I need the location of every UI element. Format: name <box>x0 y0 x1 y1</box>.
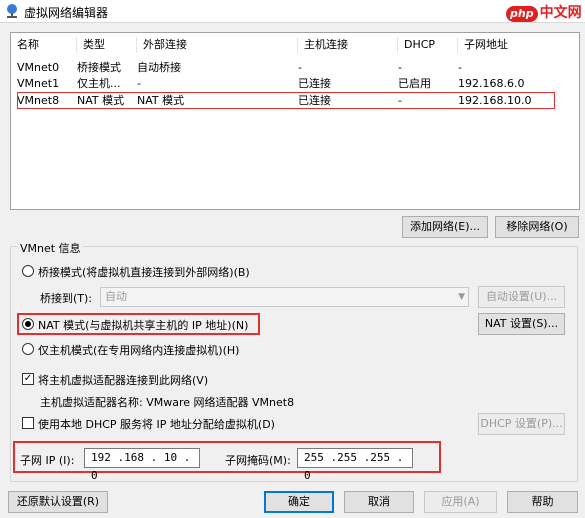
col-host[interactable]: 主机连接 <box>298 37 398 53</box>
table-row[interactable]: VMnet1 仅主机... - 已连接 已启用 192.168.6.0 <box>11 76 577 92</box>
subnet-ip-label: 子网 IP (I): <box>20 454 75 467</box>
row-dhcp: 已启用 <box>398 77 431 90</box>
title-bar: 虚拟网络编辑器 php 中文网 <box>0 0 585 23</box>
auto-settings-button[interactable]: 自动设置(U)... <box>478 286 565 308</box>
nat-settings-button[interactable]: NAT 设置(S)... <box>478 313 565 335</box>
network-app-icon <box>7 4 17 18</box>
nat-radio[interactable] <box>22 318 34 330</box>
subnet-ip-field[interactable]: 192 .168 . 10 . 0 <box>84 448 200 482</box>
ok-button[interactable]: 确定 <box>264 491 334 513</box>
subnet-mask-field[interactable]: 255 .255 .255 . 0 <box>297 448 413 482</box>
bridge-to-value: 自动 <box>105 290 127 303</box>
row-external: - <box>137 77 141 90</box>
bridge-to-label: 桥接到(T): <box>40 292 93 305</box>
cancel-button[interactable]: 取消 <box>344 491 414 513</box>
window-title: 虚拟网络编辑器 <box>24 6 109 20</box>
row-subnet: 192.168.6.0 <box>458 77 525 90</box>
dhcp-settings-button[interactable]: DHCP 设置(P)... <box>478 413 565 435</box>
chevron-down-icon: ▼ <box>458 292 465 302</box>
connect-adapter-label[interactable]: 将主机虚拟适配器连接到此网络(V) <box>38 372 208 388</box>
col-subnet[interactable]: 子网地址 <box>458 37 577 53</box>
row-name: VMnet0 <box>17 61 60 74</box>
col-type[interactable]: 类型 <box>77 37 137 53</box>
use-dhcp-checkbox[interactable] <box>22 417 34 429</box>
selected-row-highlight <box>17 92 555 109</box>
row-subnet: - <box>458 61 462 74</box>
restore-defaults-button[interactable]: 还原默认设置(R) <box>8 491 108 513</box>
watermark-badge: php <box>506 6 538 22</box>
row-host: - <box>298 61 302 74</box>
group-label: VMnet 信息 <box>18 240 83 256</box>
row-host: 已连接 <box>298 77 331 90</box>
col-external[interactable]: 外部连接 <box>137 37 298 53</box>
row-type: 桥接模式 <box>77 61 121 74</box>
bridge-to-select[interactable]: 自动 ▼ <box>100 287 469 307</box>
subnet-mask-label: 子网掩码(M): <box>225 454 291 467</box>
col-name[interactable]: 名称 <box>11 37 77 53</box>
watermark-text: 中文网 <box>539 5 582 21</box>
remove-network-button[interactable]: 移除网络(O) <box>495 216 579 238</box>
hostonly-radio[interactable] <box>22 343 34 355</box>
connect-adapter-checkbox[interactable]: ✓ <box>22 373 34 385</box>
hostonly-radio-label[interactable]: 仅主机模式(在专用网络内连接虚拟机)(H) <box>38 342 239 358</box>
row-external: 自动桥接 <box>137 61 181 74</box>
table-row[interactable]: VMnet0 桥接模式 自动桥接 - - - <box>11 60 577 76</box>
row-dhcp: - <box>398 61 402 74</box>
list-header: 名称 类型 外部连接 主机连接 DHCP 子网地址 <box>11 37 577 53</box>
bridge-radio[interactable] <box>22 265 34 277</box>
col-dhcp[interactable]: DHCP <box>398 37 458 53</box>
apply-button[interactable]: 应用(A) <box>424 491 497 513</box>
help-button[interactable]: 帮助 <box>507 491 578 513</box>
add-network-button[interactable]: 添加网络(E)... <box>402 216 488 238</box>
nat-radio-label[interactable]: NAT 模式(与虚拟机共享主机的 IP 地址)(N) <box>38 317 248 333</box>
network-list[interactable]: 名称 类型 外部连接 主机连接 DHCP 子网地址 VMnet0 桥接模式 自动… <box>10 32 580 210</box>
row-name: VMnet1 <box>17 77 60 90</box>
bridge-radio-label[interactable]: 桥接模式(将虚拟机直接连接到外部网络)(B) <box>38 264 250 280</box>
row-type: 仅主机... <box>77 77 121 90</box>
use-dhcp-label[interactable]: 使用本地 DHCP 服务将 IP 地址分配给虚拟机(D) <box>38 416 275 432</box>
watermark: php 中文网 <box>506 2 582 22</box>
adapter-name-text: 主机虚拟适配器名称: VMware 网络适配器 VMnet8 <box>40 396 295 409</box>
